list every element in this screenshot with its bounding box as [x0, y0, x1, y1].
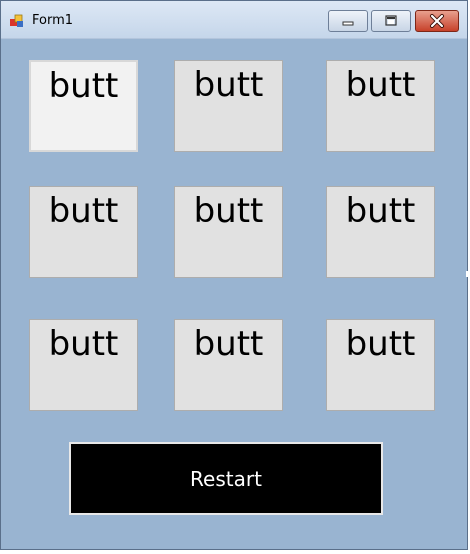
grid-button-1[interactable]: butt [29, 60, 138, 152]
restart-button[interactable]: Restart [69, 442, 383, 515]
grid-button-3[interactable]: butt [326, 60, 435, 152]
resize-handle-right[interactable] [466, 271, 470, 277]
resize-handle-bottom[interactable] [229, 550, 235, 554]
grid-button-4[interactable]: butt [29, 186, 138, 278]
window-title: Form1 [32, 13, 74, 28]
maximize-icon [385, 15, 397, 26]
close-button[interactable] [415, 10, 459, 32]
grid-button-9[interactable]: butt [326, 319, 435, 411]
grid-button-2[interactable]: butt [174, 60, 283, 152]
grid-button-6[interactable]: butt [326, 186, 435, 278]
app-icon [10, 14, 23, 27]
minimize-button[interactable] [328, 10, 368, 32]
grid-button-7[interactable]: butt [29, 319, 138, 411]
grid-button-5[interactable]: butt [174, 186, 283, 278]
title-bar[interactable]: Form1 [1, 1, 467, 39]
form-client-area: butt butt butt butt butt butt butt butt … [8, 39, 460, 543]
form-window: Form1 butt butt butt butt butt butt butt… [0, 0, 468, 550]
grid-button-8[interactable]: butt [174, 319, 283, 411]
minimize-icon [342, 21, 354, 26]
maximize-button[interactable] [371, 10, 411, 32]
close-icon [430, 14, 444, 28]
